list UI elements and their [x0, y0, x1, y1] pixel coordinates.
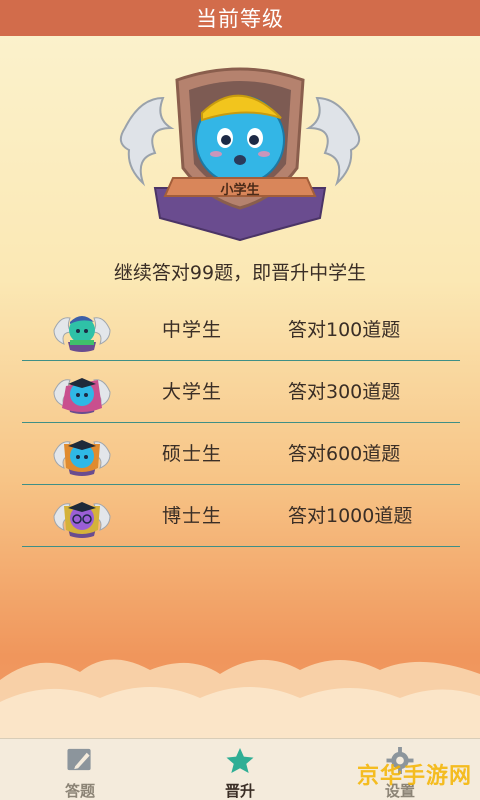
level-name: 中学生 [162, 319, 223, 341]
tab-promotion[interactable]: 晋升 [160, 739, 320, 800]
cloud-decoration [0, 640, 480, 740]
level-row-doctorate: 博士生 答对1000道题 [22, 486, 460, 547]
badge-label: 小学生 [220, 183, 260, 198]
level-row-university: 大学生 答对300道题 [22, 362, 460, 423]
watermark: 京华手游网 [356, 764, 472, 789]
pencil-icon [67, 748, 91, 771]
tab-label: 答题 [64, 782, 95, 800]
progress-text: 继续答对99题，即晋升中学生 [113, 262, 367, 284]
tab-label: 晋升 [224, 782, 255, 800]
level-name: 硕士生 [162, 443, 223, 465]
level-list: 中学生 答对100道题 大学生 答对300道题 硕士生 答对600道题 博士生 … [22, 300, 460, 548]
level-requirement: 答对100道题 [288, 319, 401, 341]
university-badge-icon [50, 372, 114, 416]
star-icon [226, 747, 254, 774]
level-requirement: 答对300道题 [288, 381, 401, 403]
level-row-middle-school: 中学生 答对100道题 [22, 300, 460, 361]
masters-badge-icon [50, 434, 114, 478]
level-requirement: 答对1000道题 [288, 505, 413, 527]
level-row-masters: 硕士生 答对600道题 [22, 424, 460, 485]
tab-answer[interactable]: 答题 [0, 739, 160, 800]
level-name: 博士生 [162, 505, 223, 527]
page-title: 当前等级 [196, 7, 284, 31]
current-level-badge: 小学生 [115, 58, 365, 244]
badge-emblem-icon [119, 67, 361, 242]
level-requirement: 答对600道题 [288, 443, 401, 465]
level-name: 大学生 [162, 381, 223, 403]
doctorate-badge-icon [50, 496, 114, 540]
header-bar: 当前等级 [0, 0, 480, 36]
middle-school-badge-icon [50, 310, 114, 354]
